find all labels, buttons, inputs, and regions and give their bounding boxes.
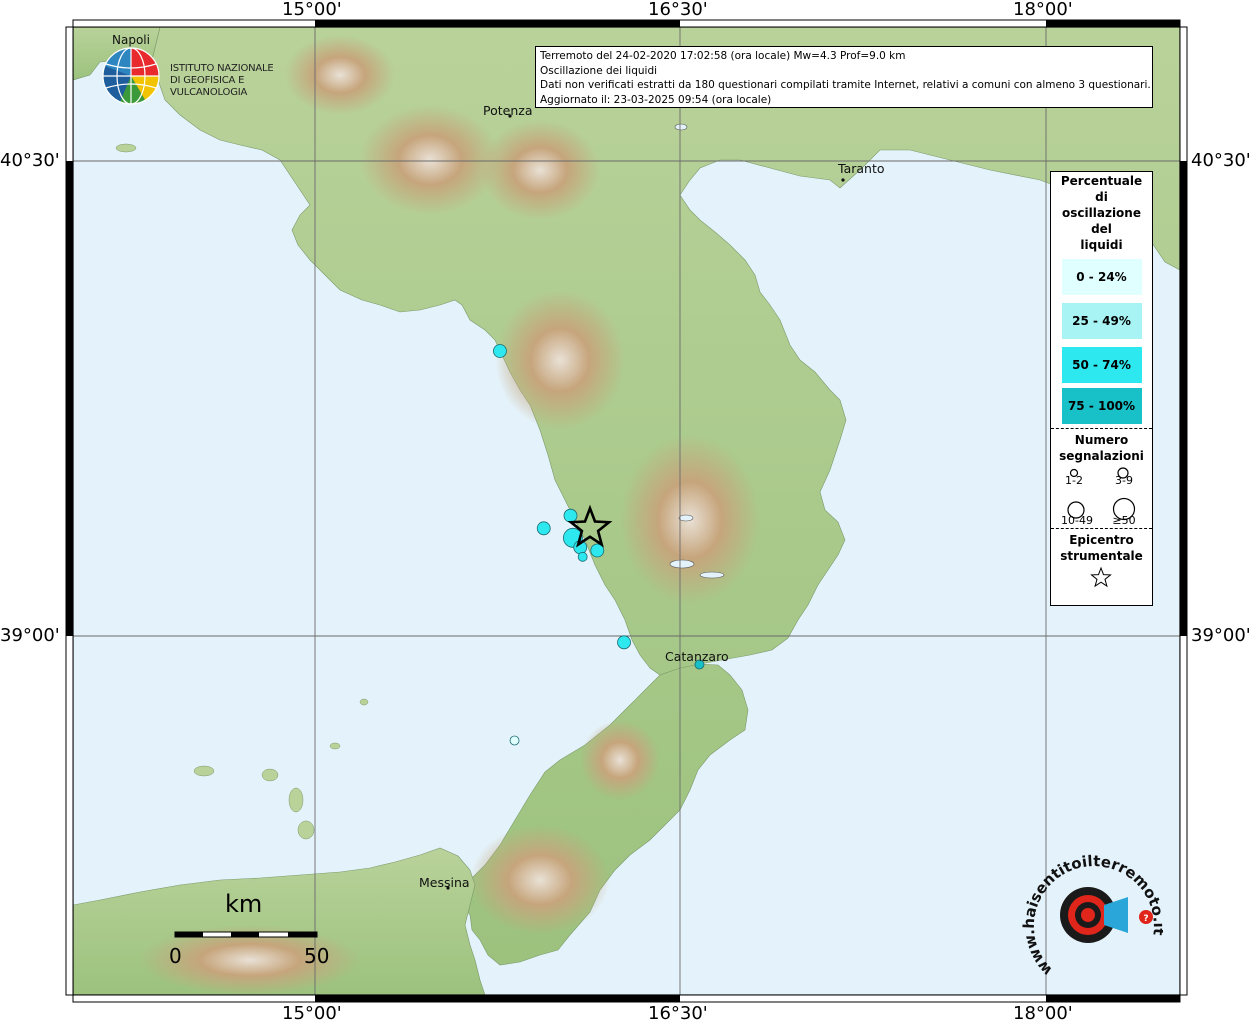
legend-title-line: oscillazione xyxy=(1062,206,1141,220)
legend-epi-title: Epicentro strumentale xyxy=(1051,532,1152,564)
scale-min: 0 xyxy=(169,944,182,968)
tick-lon-15: 15°00' xyxy=(282,0,342,20)
tick-lat-40-30: 40°30' xyxy=(0,150,60,171)
event-subtitle: Oscillazione dei liquidi xyxy=(540,64,658,77)
legend-class-1: 25 - 49% xyxy=(1061,303,1142,339)
report-point xyxy=(617,635,631,650)
legend-title-line: Numero xyxy=(1074,433,1129,447)
legend-class-label: 25 - 49% xyxy=(1072,314,1131,328)
report-point xyxy=(577,551,588,562)
island-small xyxy=(359,698,369,706)
report-point xyxy=(563,508,578,523)
island-small xyxy=(329,742,341,750)
legend: Percentuale di oscillazione del liquidi … xyxy=(1050,171,1153,606)
hsit-logo-text: www.haisentitoilterremoto.it xyxy=(1020,852,1163,979)
tick-lon-18-bottom: 18°00' xyxy=(1013,1003,1073,1024)
tick-lat-39: 39°00' xyxy=(0,625,60,646)
legend-size-50: ≥50 xyxy=(1112,514,1136,527)
legend-class-2: 50 - 74% xyxy=(1061,347,1142,383)
ingv-line-2: DI GEOFISICA E VULCANOLOGIA xyxy=(170,75,248,98)
city-catanzaro: Catanzaro xyxy=(665,649,729,664)
ingv-city-label: Napoli xyxy=(112,33,150,47)
legend-size-3-9: 3-9 xyxy=(1115,474,1133,487)
island-vulcano xyxy=(297,820,315,840)
tick-lat-39-right: 39°00' xyxy=(1191,625,1251,646)
ingv-name: ISTITUTO NAZIONALE DI GEOFISICA E VULCAN… xyxy=(170,63,310,99)
island-capri xyxy=(115,143,137,153)
legend-class-label: 75 - 100% xyxy=(1067,399,1136,413)
legend-class-label: 50 - 74% xyxy=(1072,358,1131,372)
event-updated: Aggiornato il: 23-03-2025 09:54 (ora loc… xyxy=(540,93,772,106)
legend-title-line: del xyxy=(1091,222,1112,236)
scale-max: 50 xyxy=(304,944,330,968)
city-taranto: Taranto xyxy=(838,161,885,176)
report-point xyxy=(493,344,507,358)
legend-class-label: 0 - 24% xyxy=(1076,270,1127,284)
island-stromboli xyxy=(193,765,215,777)
tick-lon-18: 18°00' xyxy=(1013,0,1073,20)
legend-title: Percentuale di oscillazione del liquidi xyxy=(1051,173,1152,253)
scale-unit: km xyxy=(225,890,263,918)
report-point xyxy=(536,521,551,536)
tick-lat-40-30-right: 40°30' xyxy=(1191,150,1251,171)
ingv-line-1: ISTITUTO NAZIONALE xyxy=(170,63,274,74)
ingv-logo: Napoli ISTITUTO NAZIONALE DI GEOFISICA E… xyxy=(100,33,310,108)
legend-class-0: 0 - 24% xyxy=(1061,259,1142,295)
scale-bar xyxy=(174,931,318,938)
city-messina: Messina xyxy=(419,875,470,890)
legend-star-icon xyxy=(1090,566,1112,588)
legend-title-line: Epicentro xyxy=(1069,533,1134,547)
legend-title-line: strumentale xyxy=(1060,549,1143,563)
legend-count-title: Numero segnalazioni xyxy=(1051,432,1152,464)
tick-lon-15-bottom: 15°00' xyxy=(282,1003,342,1024)
hsit-url: www.haisentitoilterremoto.it xyxy=(1020,852,1163,979)
report-point xyxy=(509,735,520,746)
legend-title-line: di xyxy=(1095,190,1108,204)
legend-title-line: Percentuale xyxy=(1060,174,1143,188)
island-panarea xyxy=(261,768,279,782)
tick-lon-16-30: 16°30' xyxy=(648,0,708,20)
legend-title-line: liquidi xyxy=(1080,238,1123,252)
legend-title-line: segnalazioni xyxy=(1059,449,1144,463)
legend-size-1-2: 1-2 xyxy=(1065,474,1083,487)
legend-class-3: 75 - 100% xyxy=(1061,388,1142,424)
svg-text:www.haisentitoilterremoto.it: www.haisentitoilterremoto.it xyxy=(1020,852,1163,979)
event-title: Terremoto del 24-02-2020 17:02:58 (ora l… xyxy=(540,50,906,62)
island-lipari xyxy=(288,787,304,813)
tick-lon-16-30-bottom: 16°30' xyxy=(648,1003,708,1024)
event-info-box: Terremoto del 24-02-2020 17:02:58 (ora l… xyxy=(535,46,1153,108)
legend-size-10-49: 10-49 xyxy=(1061,514,1093,527)
city-potenza: Potenza xyxy=(483,103,533,118)
event-data-note: Dati non verificati estratti da 180 ques… xyxy=(540,79,1151,91)
